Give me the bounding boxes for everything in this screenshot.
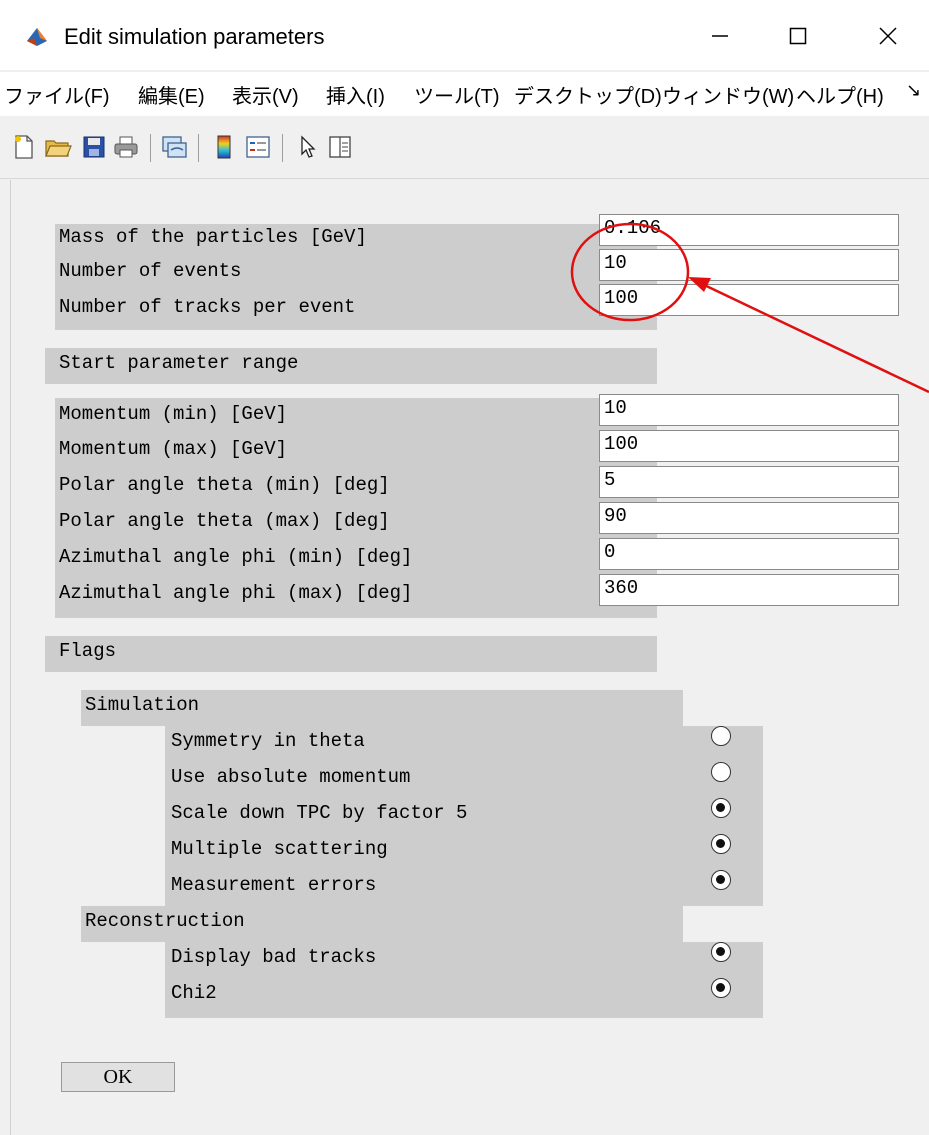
symmetry-theta-label: Symmetry in theta	[171, 730, 365, 752]
menu-bar: ファイル(F) 編集(E) 表示(V) 挿入(I) ツール(T) デスクトップ(…	[0, 72, 929, 116]
menu-view[interactable]: 表示(V)	[232, 80, 299, 109]
link-plot-button[interactable]	[160, 132, 188, 162]
toolbar-separator	[198, 134, 199, 162]
simulation-header: Simulation	[85, 694, 200, 716]
momentum-min-label: Momentum (min) [GeV]	[59, 403, 288, 425]
maximize-button[interactable]	[768, 16, 828, 56]
menu-desktop[interactable]: デスクトップ(D)	[514, 80, 662, 109]
print-icon	[114, 136, 138, 158]
open-folder-icon	[45, 140, 72, 157]
theta-max-input[interactable]: 90	[599, 502, 899, 534]
multiple-scattering-label: Multiple scattering	[171, 838, 388, 860]
flags-header-panel	[45, 636, 657, 672]
toolbar-separator	[150, 134, 151, 162]
menu-window[interactable]: ウィンドウ(W)	[662, 80, 794, 109]
save-icon	[83, 136, 105, 158]
reconstruction-header: Reconstruction	[85, 910, 245, 932]
new-figure-button[interactable]	[10, 132, 38, 162]
tracks-input[interactable]: 100	[599, 284, 899, 316]
momentum-min-input[interactable]: 10	[599, 394, 899, 426]
theta-min-input[interactable]: 5	[599, 466, 899, 498]
mass-label: Mass of the particles [GeV]	[59, 226, 367, 248]
range-header: Start parameter range	[59, 352, 299, 374]
matlab-figure-window: Edit simulation parameters ファイル(F) 編集(E)…	[0, 0, 929, 1135]
measurement-errors-label: Measurement errors	[171, 874, 377, 896]
insert-legend-button[interactable]	[244, 132, 272, 162]
flags-header: Flags	[59, 640, 117, 662]
events-input[interactable]: 10	[599, 249, 899, 281]
menu-file[interactable]: ファイル(F)	[4, 80, 110, 109]
events-label: Number of events	[59, 260, 242, 282]
window-title: Edit simulation parameters	[64, 24, 325, 49]
display-bad-tracks-radio[interactable]	[711, 942, 731, 962]
matlab-logo-icon	[26, 26, 48, 48]
close-button[interactable]	[858, 16, 918, 56]
toolbar	[0, 118, 929, 179]
print-button[interactable]	[112, 132, 140, 162]
pointer-icon	[301, 135, 316, 158]
property-inspector-button[interactable]	[326, 132, 354, 162]
title-bar: Edit simulation parameters	[0, 0, 929, 70]
phi-max-input[interactable]: 360	[599, 574, 899, 606]
theta-max-label: Polar angle theta (max) [deg]	[59, 510, 390, 532]
measurement-errors-radio[interactable]	[711, 870, 731, 890]
maximize-icon	[789, 27, 807, 45]
new-file-icon	[15, 135, 33, 159]
toolbar-separator	[282, 134, 283, 162]
save-button[interactable]	[80, 132, 108, 162]
scale-down-tpc-label: Scale down TPC by factor 5	[171, 802, 468, 824]
insert-colorbar-button[interactable]	[210, 132, 238, 162]
chi2-label: Chi2	[171, 982, 217, 1004]
menu-edit[interactable]: 編集(E)	[138, 80, 205, 109]
phi-min-input[interactable]: 0	[599, 538, 899, 570]
legend-icon	[246, 136, 270, 158]
absolute-momentum-label: Use absolute momentum	[171, 766, 411, 788]
absolute-momentum-radio[interactable]	[711, 762, 731, 782]
menu-overflow-icon[interactable]: ↘	[906, 80, 921, 101]
phi-max-label: Azimuthal angle phi (max) [deg]	[59, 582, 413, 604]
edit-plot-button[interactable]	[294, 132, 322, 162]
symmetry-theta-radio[interactable]	[711, 726, 731, 746]
theta-min-label: Polar angle theta (min) [deg]	[59, 474, 390, 496]
link-plot-icon	[162, 136, 187, 158]
close-icon	[879, 27, 897, 45]
open-file-button[interactable]	[44, 132, 72, 162]
mass-input[interactable]: 0.106	[599, 214, 899, 246]
menu-insert[interactable]: 挿入(I)	[326, 80, 385, 109]
phi-min-label: Azimuthal angle phi (min) [deg]	[59, 546, 413, 568]
menu-help[interactable]: ヘルプ(H)	[796, 80, 884, 109]
scale-down-tpc-radio[interactable]	[711, 798, 731, 818]
menu-tools[interactable]: ツール(T)	[414, 80, 500, 109]
ok-button[interactable]: OK	[61, 1062, 175, 1092]
momentum-max-label: Momentum (max) [GeV]	[59, 438, 288, 460]
minimize-icon	[712, 35, 728, 37]
colorbar-icon	[217, 135, 231, 159]
multiple-scattering-radio[interactable]	[711, 834, 731, 854]
tracks-label: Number of tracks per event	[59, 296, 356, 318]
dialog-content: Mass of the particles [GeV] Number of ev…	[10, 180, 929, 1135]
property-inspector-icon	[329, 136, 351, 158]
minimize-button[interactable]	[690, 16, 750, 56]
chi2-radio[interactable]	[711, 978, 731, 998]
momentum-max-input[interactable]: 100	[599, 430, 899, 462]
display-bad-tracks-label: Display bad tracks	[171, 946, 377, 968]
